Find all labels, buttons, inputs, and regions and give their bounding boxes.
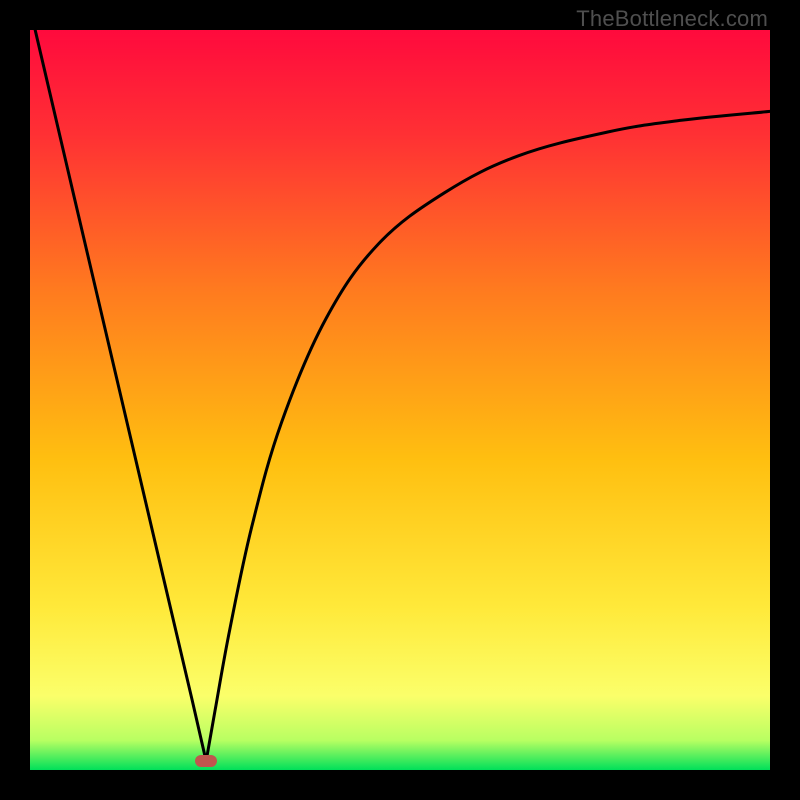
watermark-text: TheBottleneck.com [576, 6, 768, 32]
chart-frame [30, 30, 770, 770]
optimum-marker [195, 755, 217, 767]
gradient-background [30, 30, 770, 770]
bottleneck-chart [30, 30, 770, 770]
